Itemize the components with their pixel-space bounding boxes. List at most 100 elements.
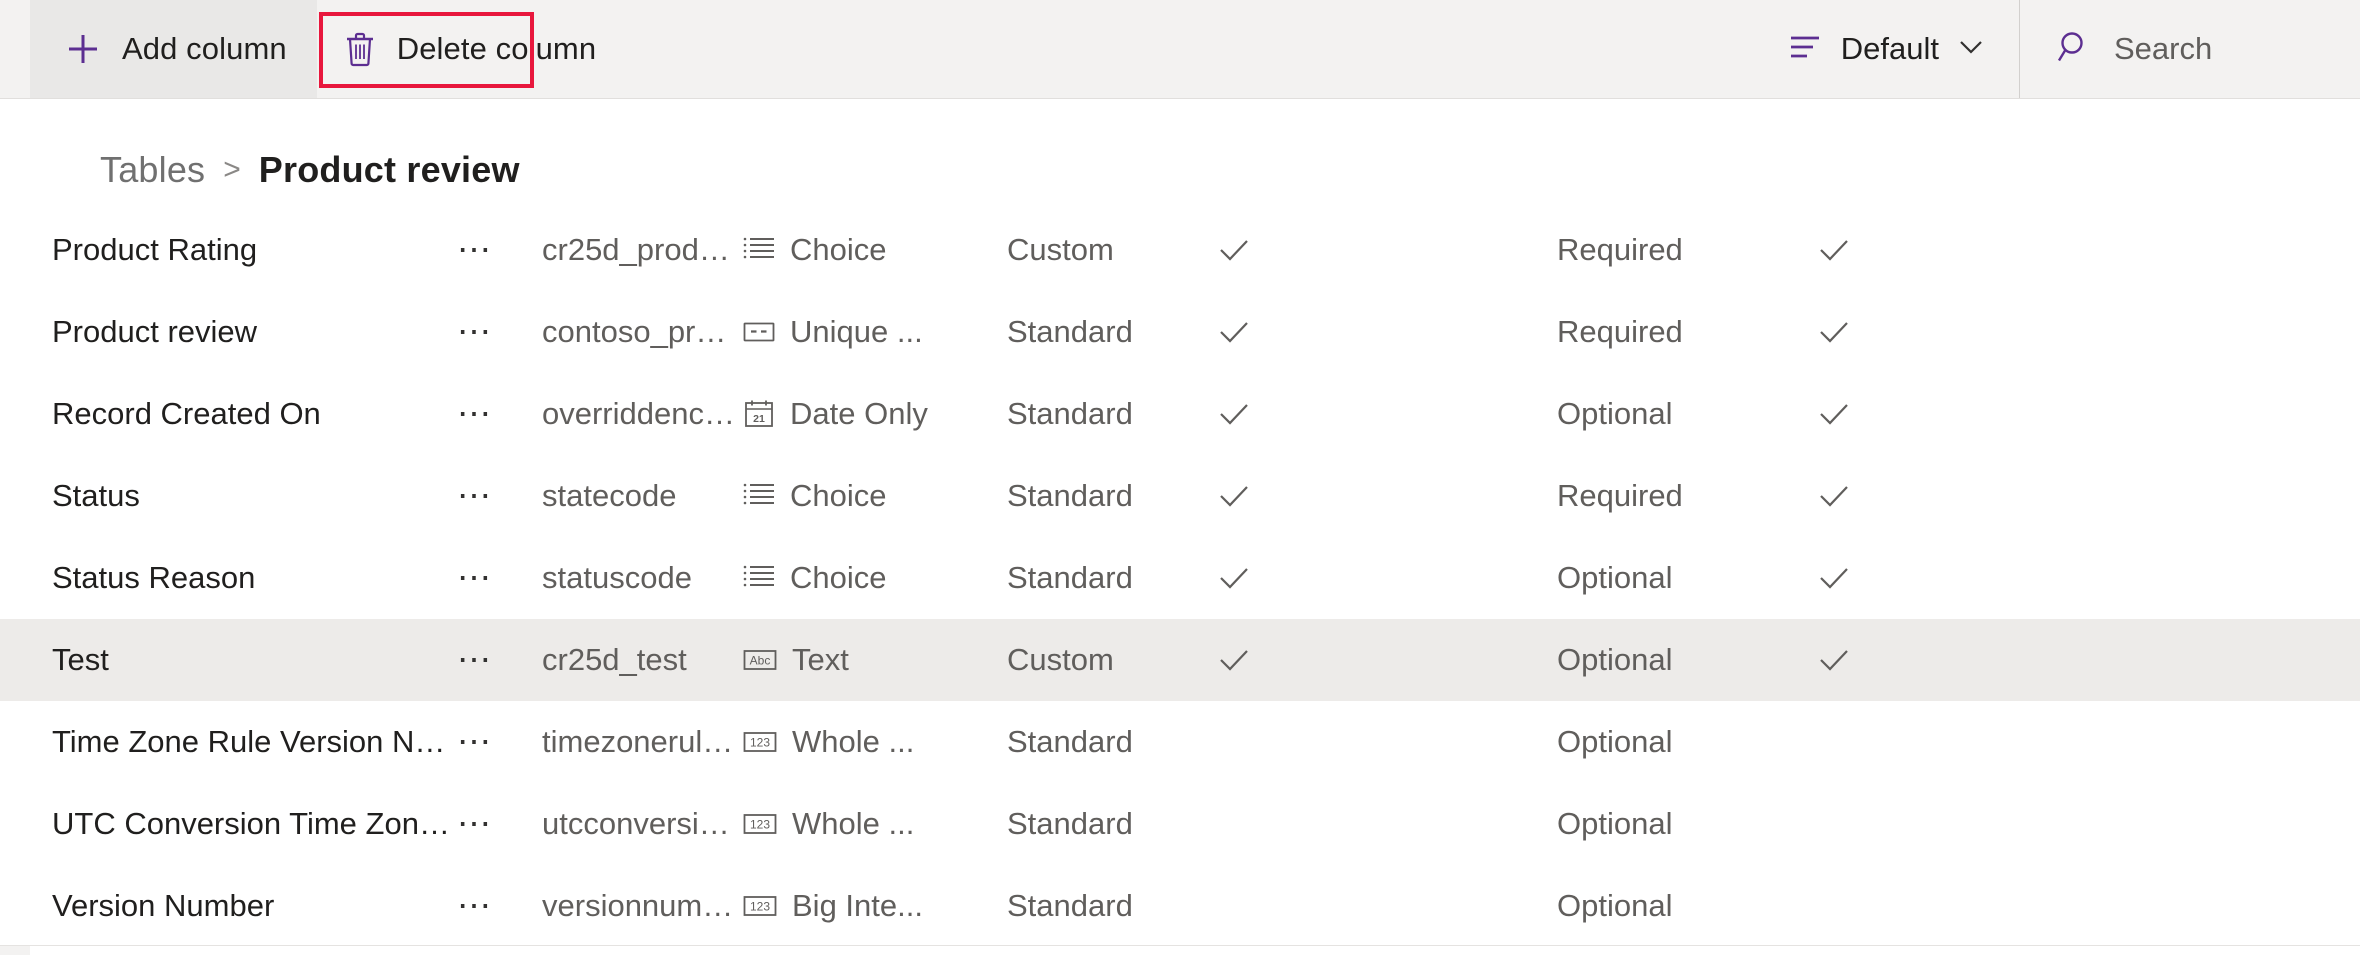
data-type-label: Big Inte... — [792, 888, 923, 923]
choice-icon — [742, 235, 776, 265]
cell-logical-name: statuscode — [542, 560, 742, 596]
table-row-0[interactable]: Product Rating ⋯ cr25d_product... Choice… — [0, 209, 2360, 291]
cell-data-type: Unique ... — [742, 314, 1007, 350]
cell-source-type: Standard — [1007, 314, 1217, 350]
add-column-button[interactable]: Add column — [30, 0, 317, 98]
table-row-4[interactable]: Status Reason ⋯ statuscode Choice Standa… — [0, 537, 2360, 619]
ellipsis-icon[interactable]: ⋯ — [457, 889, 494, 923]
svg-text:123: 123 — [750, 900, 770, 914]
data-type-label: Choice — [790, 232, 887, 267]
cell-display-name: UTC Conversion Time Zone C... — [52, 806, 457, 842]
cell-data-type: 123 Whole ... — [742, 724, 1007, 760]
cell-requirement: Optional — [1557, 396, 1817, 432]
column-display-name: Status Reason — [52, 560, 256, 595]
cell-logical-name: cr25d_test — [542, 642, 742, 678]
row-more-actions[interactable]: ⋯ — [457, 807, 542, 841]
row-more-actions[interactable]: ⋯ — [457, 889, 542, 923]
row-more-actions[interactable]: ⋯ — [457, 479, 542, 513]
cell-source-type: Standard — [1007, 478, 1217, 514]
svg-text:21: 21 — [753, 413, 765, 425]
row-more-actions[interactable]: ⋯ — [457, 725, 542, 759]
cell-customizable — [1217, 561, 1557, 595]
cell-source-type: Standard — [1007, 806, 1217, 842]
breadcrumb-tables-link[interactable]: Tables — [100, 149, 205, 191]
plus-icon — [64, 30, 102, 68]
ellipsis-icon[interactable]: ⋯ — [457, 233, 494, 267]
source-type-label: Standard — [1007, 888, 1133, 923]
cell-data-type: 21 Date Only — [742, 396, 1007, 432]
cell-display-name: Status Reason — [52, 560, 457, 596]
column-logical-name: cr25d_test — [542, 642, 687, 677]
search-input[interactable]: Search — [2020, 0, 2360, 98]
cell-display-name: Test — [52, 642, 457, 678]
chevron-down-icon — [1957, 37, 1985, 62]
cell-logical-name: cr25d_product... — [542, 232, 742, 268]
searchable-check-icon — [1817, 643, 1851, 677]
data-type-label: Choice — [790, 560, 887, 595]
view-selector[interactable]: Default — [1757, 0, 2019, 98]
choice-icon — [742, 481, 776, 511]
cell-searchable — [1817, 315, 1917, 349]
cell-display-name: Product review — [52, 314, 457, 350]
column-logical-name: contoso_prod... — [542, 314, 737, 349]
number-123-icon: 123 — [742, 892, 778, 920]
svg-text:123: 123 — [750, 818, 770, 832]
cell-data-type: Choice — [742, 560, 1007, 596]
column-display-name: UTC Conversion Time Zone C... — [52, 806, 452, 841]
cell-source-type: Standard — [1007, 560, 1217, 596]
ellipsis-icon[interactable]: ⋯ — [457, 479, 494, 513]
customizable-check-icon — [1217, 561, 1251, 595]
source-type-label: Standard — [1007, 396, 1133, 431]
trash-icon — [343, 30, 377, 68]
delete-column-wrapper: Delete column — [318, 0, 620, 98]
table-row-8[interactable]: Version Number ⋯ versionnumber 123 Big I… — [0, 865, 2360, 947]
row-more-actions[interactable]: ⋯ — [457, 561, 542, 595]
calendar-icon: 21 — [742, 398, 776, 430]
ellipsis-icon[interactable]: ⋯ — [457, 643, 494, 677]
row-more-actions[interactable]: ⋯ — [457, 315, 542, 349]
cell-customizable — [1217, 725, 1557, 759]
search-placeholder: Search — [2114, 31, 2213, 66]
ellipsis-icon[interactable]: ⋯ — [457, 315, 494, 349]
ellipsis-icon[interactable]: ⋯ — [457, 807, 494, 841]
row-more-actions[interactable]: ⋯ — [457, 397, 542, 431]
cell-source-type: Custom — [1007, 232, 1217, 268]
cell-logical-name: overriddencre... — [542, 396, 742, 432]
searchable-check-icon — [1817, 561, 1851, 595]
data-type-label: Choice — [790, 478, 887, 513]
ellipsis-icon[interactable]: ⋯ — [457, 397, 494, 431]
cell-data-type: 123 Big Inte... — [742, 888, 1007, 924]
number-123-icon: 123 — [742, 810, 778, 838]
cell-requirement: Required — [1557, 232, 1817, 268]
cell-logical-name: contoso_prod... — [542, 314, 742, 350]
table-row-1[interactable]: Product review ⋯ contoso_prod... Unique … — [0, 291, 2360, 373]
column-display-name: Status — [52, 478, 140, 513]
table-row-6[interactable]: Time Zone Rule Version Num... ⋯ timezone… — [0, 701, 2360, 783]
column-logical-name: utcconversion... — [542, 806, 737, 841]
source-type-label: Standard — [1007, 560, 1133, 595]
column-display-name: Version Number — [52, 888, 275, 923]
cell-customizable — [1217, 315, 1557, 349]
ellipsis-icon[interactable]: ⋯ — [457, 725, 494, 759]
row-more-actions[interactable]: ⋯ — [457, 643, 542, 677]
column-logical-name: timezonerulev... — [542, 724, 737, 759]
row-more-actions[interactable]: ⋯ — [457, 233, 542, 267]
ellipsis-icon[interactable]: ⋯ — [457, 561, 494, 595]
toolbar-left-gutter — [0, 0, 30, 98]
searchable-check-icon — [1817, 479, 1851, 513]
cell-display-name: Version Number — [52, 888, 457, 924]
table-row-2[interactable]: Record Created On ⋯ overriddencre... 21 … — [0, 373, 2360, 455]
svg-text:123: 123 — [750, 736, 770, 750]
delete-column-button[interactable]: Delete column — [319, 0, 620, 98]
view-list-icon — [1787, 32, 1823, 67]
cell-requirement: Optional — [1557, 724, 1817, 760]
source-type-label: Standard — [1007, 724, 1133, 759]
table-row-7[interactable]: UTC Conversion Time Zone C... ⋯ utcconve… — [0, 783, 2360, 865]
searchable-check-icon — [1817, 233, 1851, 267]
choice-icon — [742, 563, 776, 593]
column-display-name: Product review — [52, 314, 258, 349]
table-row-5[interactable]: Test ⋯ cr25d_test Abc Text Custom Option… — [0, 619, 2360, 701]
cell-customizable — [1217, 397, 1557, 431]
table-row-3[interactable]: Status ⋯ statecode Choice Standard Requi… — [0, 455, 2360, 537]
customizable-check-icon — [1217, 315, 1251, 349]
